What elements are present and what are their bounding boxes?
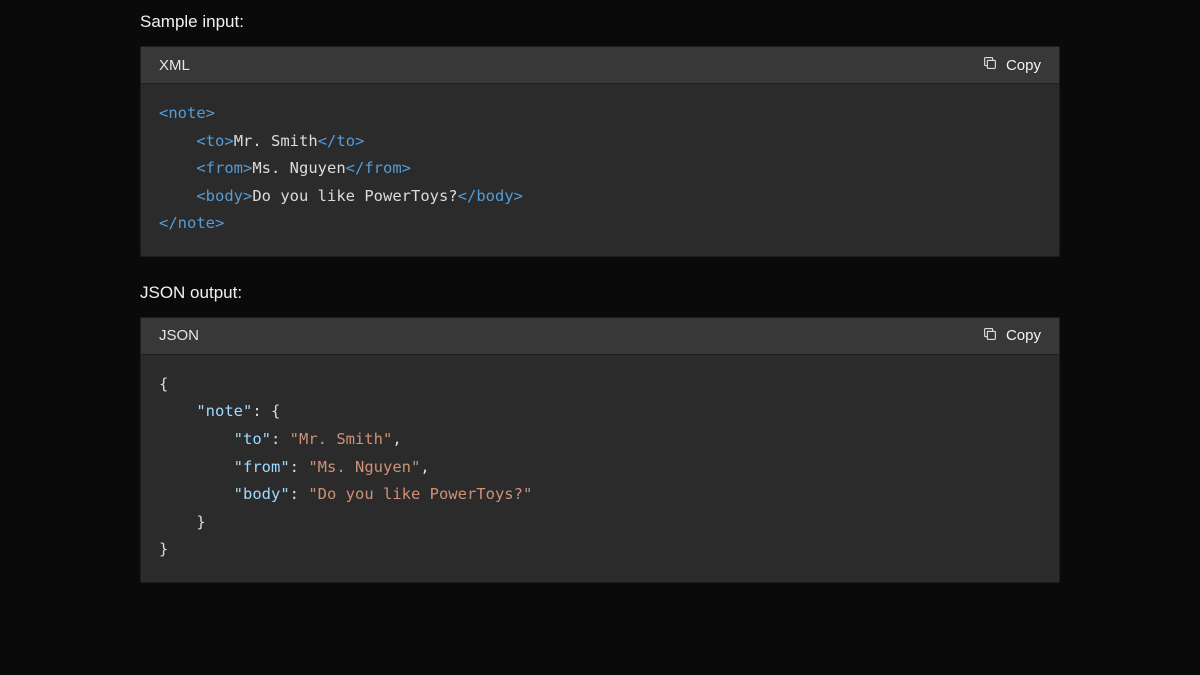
- xml-copy-button[interactable]: Copy: [982, 55, 1041, 75]
- json-code-panel: JSON Copy { "note": { "to": "Mr. Smith",…: [140, 317, 1060, 583]
- json-output-heading: JSON output:: [140, 283, 1060, 303]
- doc-container: Sample input: XML Copy <note> <to>Mr. Sm…: [0, 0, 1200, 583]
- copy-label: Copy: [1006, 57, 1041, 74]
- xml-code-panel: XML Copy <note> <to>Mr. Smith</to> <from…: [140, 46, 1060, 257]
- copy-label: Copy: [1006, 327, 1041, 344]
- json-lang-label: JSON: [159, 327, 199, 344]
- xml-code-body: <note> <to>Mr. Smith</to> <from>Ms. Nguy…: [141, 84, 1059, 256]
- json-code-body: { "note": { "to": "Mr. Smith", "from": "…: [141, 355, 1059, 582]
- json-copy-button[interactable]: Copy: [982, 326, 1041, 346]
- sample-input-heading: Sample input:: [140, 12, 1060, 32]
- xml-lang-label: XML: [159, 57, 190, 74]
- copy-icon: [982, 326, 998, 346]
- copy-icon: [982, 55, 998, 75]
- xml-code-header: XML Copy: [141, 47, 1059, 84]
- json-code-header: JSON Copy: [141, 318, 1059, 355]
